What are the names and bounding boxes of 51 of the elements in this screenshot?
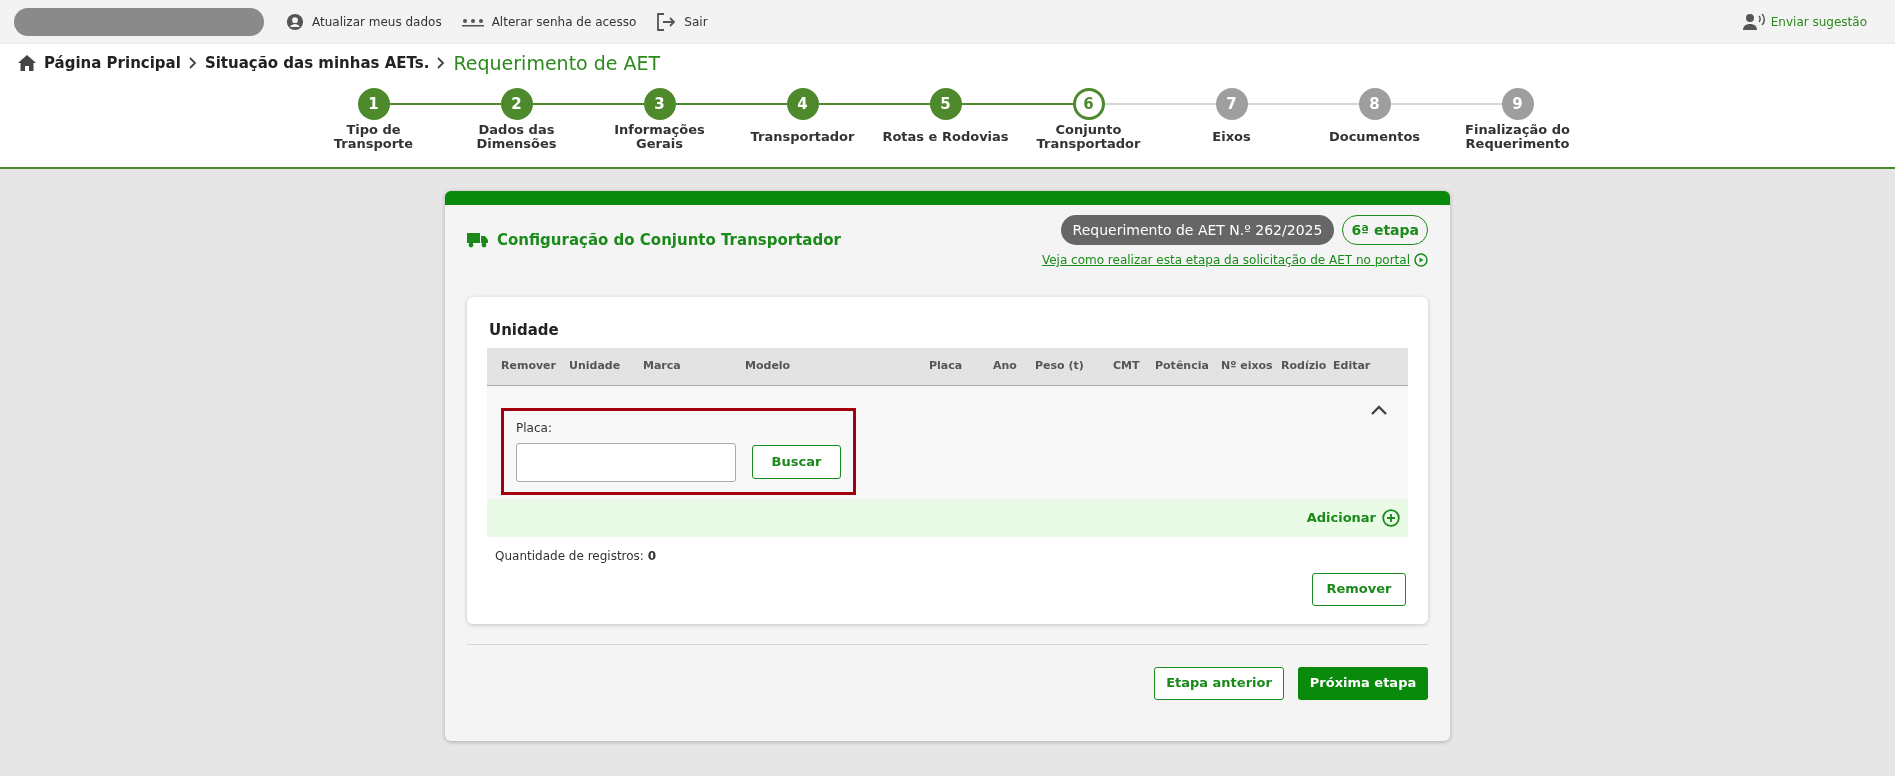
plus-circle-icon (1382, 508, 1400, 527)
top-link[interactable]: Sair (656, 13, 708, 31)
field-label: Placa: (516, 419, 553, 437)
plate-input-field[interactable] (516, 442, 736, 482)
card-title: Configuração do Conjunto Transportador (497, 230, 841, 251)
request-number-badge: Requerimento de AET N.º 262/2025 (1060, 215, 1335, 245)
step-label: Informações Gerais (613, 123, 706, 151)
breadcrumb-link[interactable]: Requerimento de AET (453, 48, 661, 78)
top-link[interactable]: Atualizar meus dados (286, 13, 442, 31)
speaking-person-icon (1742, 13, 1765, 31)
previous-step-button[interactable]: Etapa anterior (1154, 666, 1284, 700)
top-link[interactable]: Alterar senha de acesso (461, 13, 637, 31)
step-label: Conjunto Transportador (1035, 123, 1142, 151)
column-header: Marca (643, 357, 682, 374)
column-header: Placa (929, 357, 964, 374)
breadcrumb-link[interactable]: Situação das minhas AETs. (204, 51, 430, 75)
remove-button[interactable]: Remover (1312, 572, 1406, 606)
chevron-right-icon (437, 57, 446, 69)
column-header: Editar (1333, 357, 1372, 374)
step-label: Dados das Dimensões (475, 123, 558, 151)
column-header: Rodízio (1281, 357, 1328, 374)
home-icon[interactable] (18, 55, 36, 71)
play-circle-icon (1414, 253, 1428, 267)
step-label: Tipo de Transporte (332, 123, 415, 151)
column-header: Potência (1155, 357, 1210, 374)
add-button[interactable]: Adicionar (1306, 507, 1400, 528)
asterisks-icon (461, 17, 484, 27)
help-link[interactable]: Veja como realizar esta etapa da solicitação de AET no portal (1041, 251, 1428, 269)
search-button[interactable]: Buscar (752, 445, 841, 479)
column-header: Peso (t) (1035, 357, 1085, 374)
record-count: Quantidade de registros: 0 (495, 547, 658, 565)
chevron-up-icon[interactable] (1370, 403, 1388, 416)
truck-icon (467, 232, 489, 249)
logout-icon (656, 13, 677, 31)
chevron-right-icon (188, 57, 197, 69)
next-step-button[interactable]: Próxima etapa (1298, 666, 1428, 700)
breadcrumb-link[interactable]: Página Principal (44, 51, 181, 75)
suggestion-link[interactable]: Enviar sugestão (1742, 13, 1867, 31)
step-label: Rotas e Rodovias (881, 128, 1010, 146)
step-label: Transportador (749, 128, 856, 146)
column-header: Modelo (745, 357, 792, 374)
step-label: Documentos (1327, 128, 1422, 146)
column-header: Ano (993, 357, 1018, 374)
step-label: Finalização do Requerimento (1464, 123, 1571, 151)
column-header: CMT (1113, 357, 1141, 374)
column-header: Remover (501, 357, 557, 374)
user-icon (286, 13, 304, 31)
column-header: Nº eixos (1221, 357, 1274, 374)
column-header: Unidade (569, 357, 622, 374)
step-label: Eixos (1211, 128, 1252, 146)
panel-title: Unidade (489, 320, 560, 341)
